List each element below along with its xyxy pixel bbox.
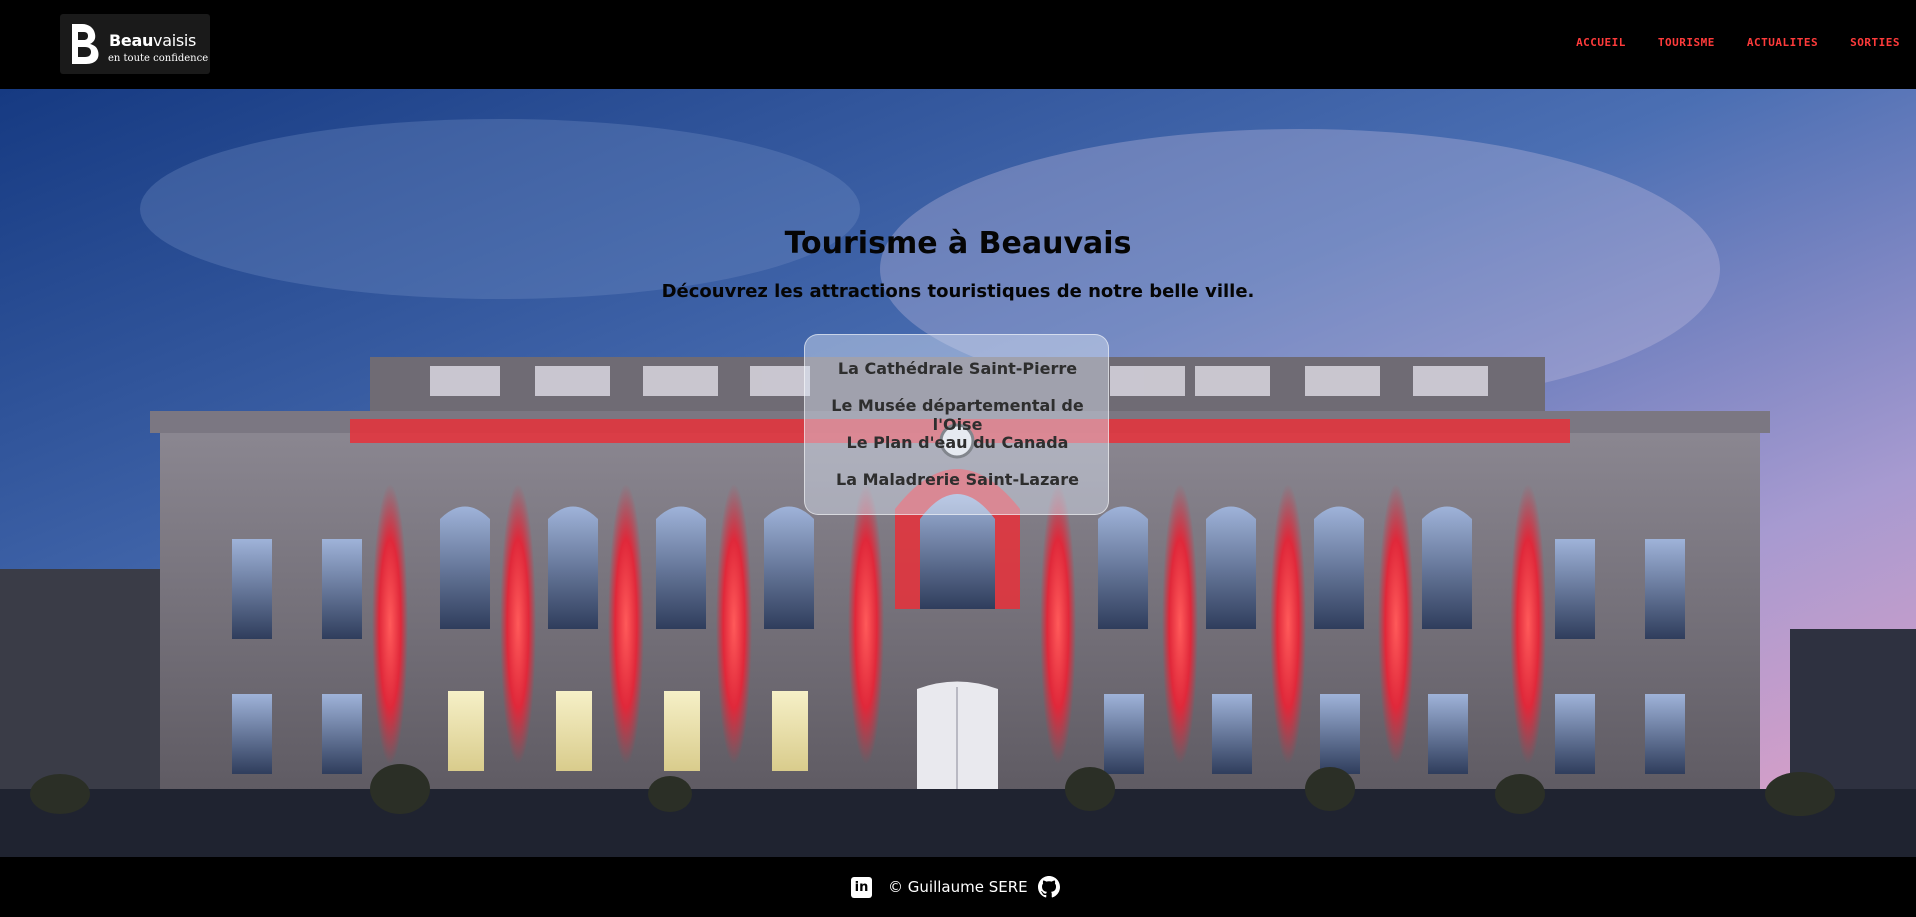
github-icon[interactable] [1038,876,1060,898]
page-title: Tourisme à Beauvais [784,226,1132,261]
nav-sorties[interactable]: SORTIES [1850,36,1900,52]
nav-accueil[interactable]: ACCUEIL [1576,36,1626,52]
attraction-plan-eau[interactable]: Le Plan d'eau du Canada [805,433,1110,452]
attraction-maladrerie[interactable]: La Maladrerie Saint-Lazare [805,470,1110,489]
hero-section: Tourisme à Beauvais Découvrez les attrac… [0,89,1916,857]
main-nav: ACCUEIL TOURISME ACTUALITES SORTIES [1544,36,1916,52]
logo-name: Beauvaisis [109,31,197,50]
copyright-text: © Guillaume SERE [888,878,1028,896]
logo-tagline: en toute confidence [108,53,209,64]
nav-actualites[interactable]: ACTUALITES [1747,36,1818,52]
top-navbar: Beauvaisis en toute confidence ACCUEIL T… [0,0,1916,89]
linkedin-icon[interactable]: in [851,877,872,898]
attraction-cathedrale[interactable]: La Cathédrale Saint-Pierre [805,359,1110,378]
page-subtitle: Découvrez les attractions touristiques d… [661,281,1255,302]
attraction-musee[interactable]: Le Musée départemental de l'Oise [805,396,1110,434]
beauvaisis-logo[interactable]: Beauvaisis en toute confidence [60,14,210,74]
footer: in © Guillaume SERE [0,857,1916,917]
nav-tourisme[interactable]: TOURISME [1658,36,1715,52]
logo-mark-icon [72,24,99,64]
attractions-menu: La Cathédrale Saint-Pierre Le Musée dépa… [804,334,1109,515]
